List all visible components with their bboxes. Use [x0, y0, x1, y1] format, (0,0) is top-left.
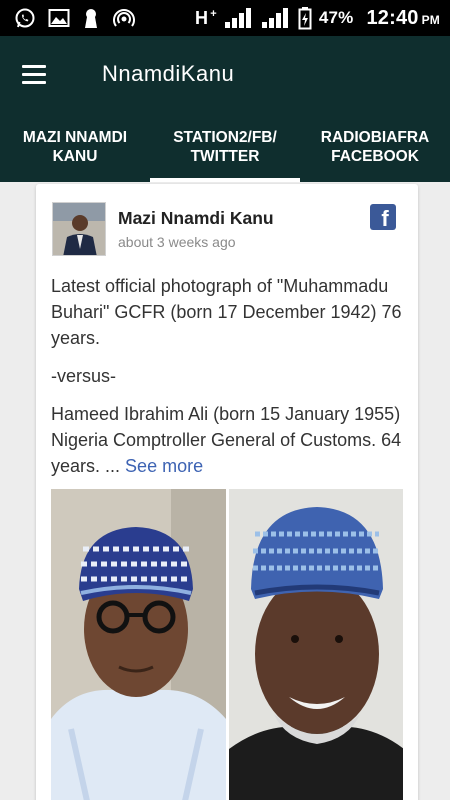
post-photos[interactable] [51, 489, 403, 800]
post-body: Latest official photograph of "Muhammadu… [51, 273, 403, 491]
post-paragraph: Latest official photograph of "Muhammadu… [51, 276, 402, 348]
avatar[interactable] [52, 202, 106, 256]
post-author[interactable]: Mazi Nnamdi Kanu [118, 208, 274, 229]
app-bar: NnamdiKanu [0, 36, 450, 112]
network-type: H + [194, 7, 217, 28]
notification-icons [0, 7, 136, 29]
post-card: Mazi Nnamdi Kanu about 3 weeks ago f Lat… [36, 184, 418, 800]
keyhole-icon [82, 7, 100, 29]
signal-strength-2-icon [261, 7, 291, 29]
tab-station2-fb-twitter[interactable]: STATION2/FB/ TWITTER [150, 112, 300, 182]
battery-percent: 47% [318, 8, 354, 27]
post-paragraph-with-link: Hameed Ibrahim Ali (born 15 January 1955… [51, 401, 403, 479]
tab-mazi-nnamdi-kanu[interactable]: MAZI NNAMDI KANU [0, 112, 150, 182]
whatsapp-icon [14, 7, 36, 29]
hotspot-icon [112, 7, 136, 29]
post-time: about 3 weeks ago [118, 234, 236, 250]
system-status: H + 47% 12:40 PM [195, 6, 450, 30]
facebook-icon[interactable]: f [370, 204, 396, 230]
see-more-link[interactable]: See more [125, 456, 203, 476]
gallery-icon [48, 8, 70, 28]
status-bar: H + 47% 12:40 PM [0, 0, 450, 36]
menu-icon[interactable] [22, 57, 56, 91]
tab-radiobiafra-facebook[interactable]: RADIOBIAFRA FACEBOOK [300, 112, 450, 182]
app-title: NnamdiKanu [102, 61, 235, 86]
post-photo-left[interactable] [51, 489, 226, 800]
post-paragraph: Hameed Ibrahim Ali (born 15 January 1955… [51, 404, 402, 476]
tab-bar: MAZI NNAMDI KANU STATION2/FB/ TWITTER RA… [0, 112, 450, 182]
signal-strength-icon [224, 7, 254, 29]
post-paragraph: -versus- [51, 366, 117, 386]
clock: 12:40 PM [366, 6, 440, 29]
battery-charging-icon [298, 6, 312, 30]
post-photo-right[interactable] [228, 489, 403, 800]
